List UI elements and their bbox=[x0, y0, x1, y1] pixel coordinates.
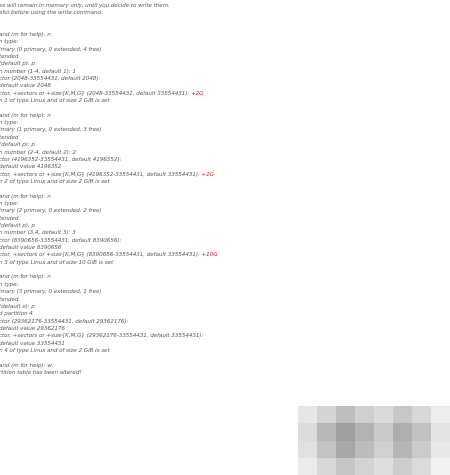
terminal-line-text: ctor, +sectors or +size{K,M,G} (8390656-… bbox=[0, 252, 202, 259]
terminal-line-text: ctor (8390656-33554431, default 8390656)… bbox=[0, 237, 122, 244]
terminal-line-text: es will remain in memory only, until you… bbox=[0, 2, 170, 9]
terminal-line-text: tended bbox=[0, 134, 19, 141]
terminal-line-text: ctor (4196352-33554431, default 4196352)… bbox=[0, 156, 122, 163]
terminal-line-text: n number (1-4, default 1): 1 bbox=[0, 68, 76, 75]
terminal-line: ctor, +sectors or +size{K,M,G} (4196352-… bbox=[0, 172, 214, 179]
terminal-line: (default p): p bbox=[0, 61, 35, 68]
terminal-line: and (m for help): n bbox=[0, 32, 51, 39]
terminal-line-text: ctor (2048-33554431, default 2048): bbox=[0, 76, 101, 82]
terminal-line-text: default value 8390656 bbox=[0, 245, 62, 252]
terminal-line: imary (2 primary, 0 extended, 2 free) bbox=[0, 208, 102, 215]
terminal-line-text: and (m for help): w bbox=[0, 362, 52, 369]
terminal-line-text: n 1 of type Linux and of size 2 GiB is s… bbox=[0, 98, 110, 105]
terminal-line: ctor (4196352-33554431, default 4196352)… bbox=[0, 157, 121, 164]
terminal-line-text: (default e): p bbox=[0, 303, 35, 310]
terminal-line-text: tended bbox=[0, 215, 19, 222]
terminal-line: and (m for help): n bbox=[0, 113, 51, 120]
terminal-line: tended bbox=[0, 135, 18, 142]
terminal-line: ctor, +sectors or +size{K,M,G} (8390656-… bbox=[0, 252, 218, 259]
terminal-line-text: and (m for help): n bbox=[0, 274, 51, 281]
terminal-line-text: default value 29362176 bbox=[0, 325, 65, 332]
terminal-line-text: d partition 4 bbox=[0, 311, 33, 318]
terminal-size-input: +2G bbox=[201, 171, 214, 178]
terminal-line-text: (default p): p bbox=[0, 223, 35, 229]
terminal-line: default value 8390656 bbox=[0, 245, 61, 252]
terminal-line: tended bbox=[0, 54, 18, 61]
terminal-line-text: and (m for help): n bbox=[0, 112, 51, 119]
terminal-line-text: rtition table has been altered! bbox=[0, 370, 82, 376]
terminal-line-text: n number (2-4, default 2): 2 bbox=[0, 149, 76, 156]
terminal-line: (default p): p bbox=[0, 223, 35, 230]
terminal-line: and (m for help): n bbox=[0, 194, 51, 201]
terminal-line-text: and (m for help): n bbox=[0, 31, 51, 38]
terminal-line-text: default value 33554431 bbox=[0, 340, 65, 347]
terminal-line: n type: bbox=[0, 201, 18, 208]
terminal-line: ctor (29362176-33554431, default 2936217… bbox=[0, 319, 128, 326]
terminal-line-text: n type: bbox=[0, 200, 19, 207]
terminal-line: rtition table has been altered! bbox=[0, 370, 82, 377]
terminal-line-text: tended bbox=[0, 296, 19, 303]
terminal-line-text: eful before using the write command. bbox=[0, 9, 103, 16]
terminal-line: n type: bbox=[0, 120, 18, 127]
terminal-line-text: n 3 of type Linux and of size 10 GiB is … bbox=[0, 259, 114, 266]
terminal-line: n 4 of type Linux and of size 2 GiB is s… bbox=[0, 348, 110, 355]
terminal-output: es will remain in memory only, until you… bbox=[0, 0, 450, 475]
terminal-line: tended bbox=[0, 297, 18, 304]
terminal-line-text: n type: bbox=[0, 39, 19, 46]
terminal-line: ctor, +sectors or +size{K,M,G} (2048-335… bbox=[0, 90, 204, 98]
terminal-line: tended bbox=[0, 216, 18, 223]
terminal-line: n number (2-4, default 2): 2 bbox=[0, 150, 76, 157]
terminal-line: imary (3 primary, 0 extended, 1 free) bbox=[0, 289, 102, 296]
terminal-line: d partition 4 bbox=[0, 311, 33, 318]
terminal-line-text: imary (0 primary, 0 extended, 4 free) bbox=[0, 46, 102, 53]
terminal-line: n type: bbox=[0, 39, 18, 46]
terminal-line-text: n 2 of type Linux and of size 2 GiB is s… bbox=[0, 178, 110, 185]
terminal-line: default value 4196352 bbox=[0, 164, 61, 171]
terminal-line: imary (0 primary, 0 extended, 4 free) bbox=[0, 47, 102, 54]
terminal-line-text: and (m for help): n bbox=[0, 193, 51, 200]
terminal-line: n 2 of type Linux and of size 2 GiB is s… bbox=[0, 179, 110, 186]
terminal-line: and (m for help): w bbox=[0, 363, 52, 370]
terminal-line: default value 29362176 bbox=[0, 326, 65, 333]
terminal-line-text: n type: bbox=[0, 120, 19, 127]
terminal-line: default value 2048 bbox=[0, 83, 51, 90]
terminal-size-input: +10G bbox=[201, 252, 218, 259]
terminal-line-text: (default p): p bbox=[0, 61, 35, 68]
terminal-line: n 3 of type Linux and of size 10 GiB is … bbox=[0, 260, 113, 267]
terminal-line: imary (1 primary, 0 extended, 3 free) bbox=[0, 127, 102, 134]
terminal-line: (default e): p bbox=[0, 304, 35, 311]
terminal-line: ctor (2048-33554431, default 2048): bbox=[0, 76, 100, 83]
terminal-line: ctor (8390656-33554431, default 8390656)… bbox=[0, 238, 121, 245]
blurred-thumbnail bbox=[298, 406, 450, 475]
terminal-line: ctor, +sectors or +size{K,M,G} (29362176… bbox=[0, 333, 203, 340]
terminal-line: and (m for help): n bbox=[0, 274, 51, 281]
terminal-line: n 1 of type Linux and of size 2 GiB is s… bbox=[0, 98, 110, 105]
terminal-line-text: ctor (29362176-33554431, default 2936217… bbox=[0, 318, 129, 325]
terminal-line: n number (3,4, default 3): 3 bbox=[0, 230, 76, 237]
terminal-line-text: imary (3 primary, 0 extended, 1 free) bbox=[0, 289, 102, 296]
terminal-line-text: ctor, +sectors or +size{K,M,G} (4196352-… bbox=[0, 171, 202, 178]
terminal-line-text: ctor, +sectors or +size{K,M,G} (2048-335… bbox=[0, 90, 192, 97]
terminal-line-text: (default p): p bbox=[0, 142, 35, 149]
terminal-size-input: +2G bbox=[191, 90, 204, 97]
terminal-line: (default p): p bbox=[0, 142, 35, 149]
terminal-line-text: imary (1 primary, 0 extended, 3 free) bbox=[0, 127, 102, 134]
terminal-line-text: imary (2 primary, 0 extended, 2 free) bbox=[0, 208, 102, 215]
terminal-line-text: tended bbox=[0, 53, 19, 60]
terminal-line: es will remain in memory only, until you… bbox=[0, 3, 170, 10]
terminal-line: default value 33554431 bbox=[0, 341, 65, 348]
terminal-line-text: default value 2048 bbox=[0, 83, 51, 90]
terminal-line-text: default value 4196352 bbox=[0, 164, 62, 171]
terminal-line-text: n number (3,4, default 3): 3 bbox=[0, 230, 76, 237]
terminal-line-text: ctor, +sectors or +size{K,M,G} (29362176… bbox=[0, 333, 204, 340]
terminal-line-text: n 4 of type Linux and of size 2 GiB is s… bbox=[0, 347, 110, 354]
terminal-line-text: n type: bbox=[0, 281, 19, 288]
terminal-line: n type: bbox=[0, 282, 18, 289]
terminal-line: n number (1-4, default 1): 1 bbox=[0, 69, 76, 76]
terminal-line: eful before using the write command. bbox=[0, 10, 103, 17]
